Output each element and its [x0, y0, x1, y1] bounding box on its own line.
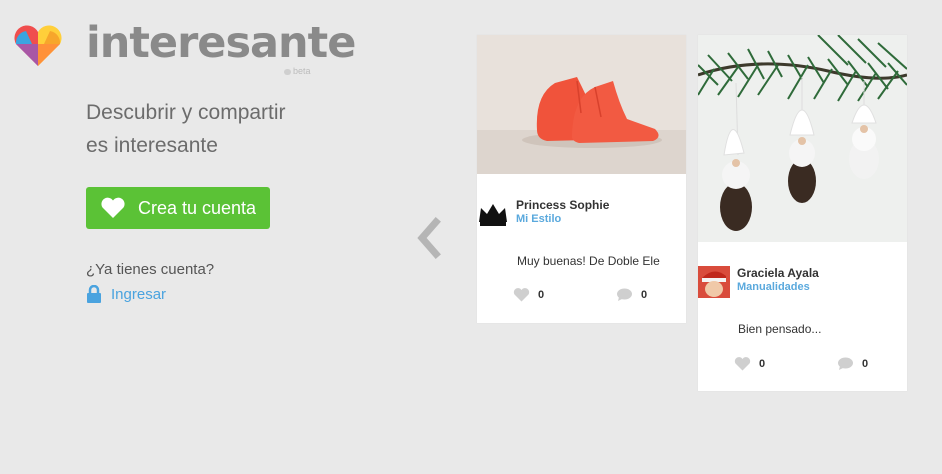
like-stat[interactable]: 0	[734, 357, 765, 371]
like-count: 0	[538, 289, 545, 301]
heart-icon	[284, 68, 291, 75]
comment-count: 0	[862, 358, 869, 370]
card-comment: Bien pensado...	[738, 322, 822, 336]
author-category[interactable]: Mi Estilo	[516, 212, 609, 226]
author-avatar	[698, 266, 730, 298]
like-count: 0	[759, 358, 766, 370]
pin-card[interactable]: Graciela Ayala Manualidades Bien pensado…	[698, 35, 907, 391]
login-label: Ingresar	[111, 285, 167, 303]
lock-icon	[87, 285, 101, 303]
tagline: Descubrir y compartir es interesante	[86, 96, 406, 162]
create-account-button[interactable]: Crea tu cuenta	[86, 187, 270, 229]
author-name[interactable]: Princess Sophie	[516, 198, 609, 212]
author-category[interactable]: Manualidades	[737, 280, 819, 294]
heart-logo-icon[interactable]	[12, 24, 64, 68]
tagline-line-1: Descubrir y compartir	[86, 101, 286, 124]
chevron-left-icon[interactable]	[414, 216, 444, 260]
like-icon	[734, 357, 751, 371]
comment-icon	[838, 357, 853, 370]
card-comment: Muy buenas! De Doble Ele	[517, 254, 660, 268]
comment-stat[interactable]: 0	[616, 288, 647, 302]
create-account-label: Crea tu cuenta	[138, 197, 257, 218]
card-author[interactable]: Graciela Ayala Manualidades	[698, 266, 819, 298]
crown-avatar	[477, 198, 509, 230]
pine-ornaments-photo[interactable]	[698, 35, 907, 242]
card-author[interactable]: Princess Sophie Mi Estilo	[477, 198, 609, 230]
pin-card[interactable]: Princess Sophie Mi Estilo Muy buenas! De…	[477, 35, 686, 323]
login-link[interactable]: Ingresar	[86, 285, 166, 303]
like-stat[interactable]: 0	[513, 288, 544, 302]
like-icon	[513, 288, 530, 302]
comment-count: 0	[641, 289, 648, 301]
brand-name[interactable]: interesante	[86, 18, 356, 68]
have-account-text: ¿Ya tienes cuenta?	[86, 261, 215, 278]
red-shoes-photo[interactable]	[477, 35, 686, 174]
tagline-line-2: es interesante	[86, 134, 218, 157]
heart-icon	[101, 197, 125, 218]
beta-label: beta	[293, 66, 311, 76]
author-name[interactable]: Graciela Ayala	[737, 266, 819, 280]
beta-badge: beta	[284, 66, 311, 76]
comment-stat[interactable]: 0	[837, 357, 868, 371]
author-text: Graciela Ayala Manualidades	[737, 266, 819, 294]
comment-icon	[617, 288, 632, 301]
author-text: Princess Sophie Mi Estilo	[516, 198, 609, 226]
